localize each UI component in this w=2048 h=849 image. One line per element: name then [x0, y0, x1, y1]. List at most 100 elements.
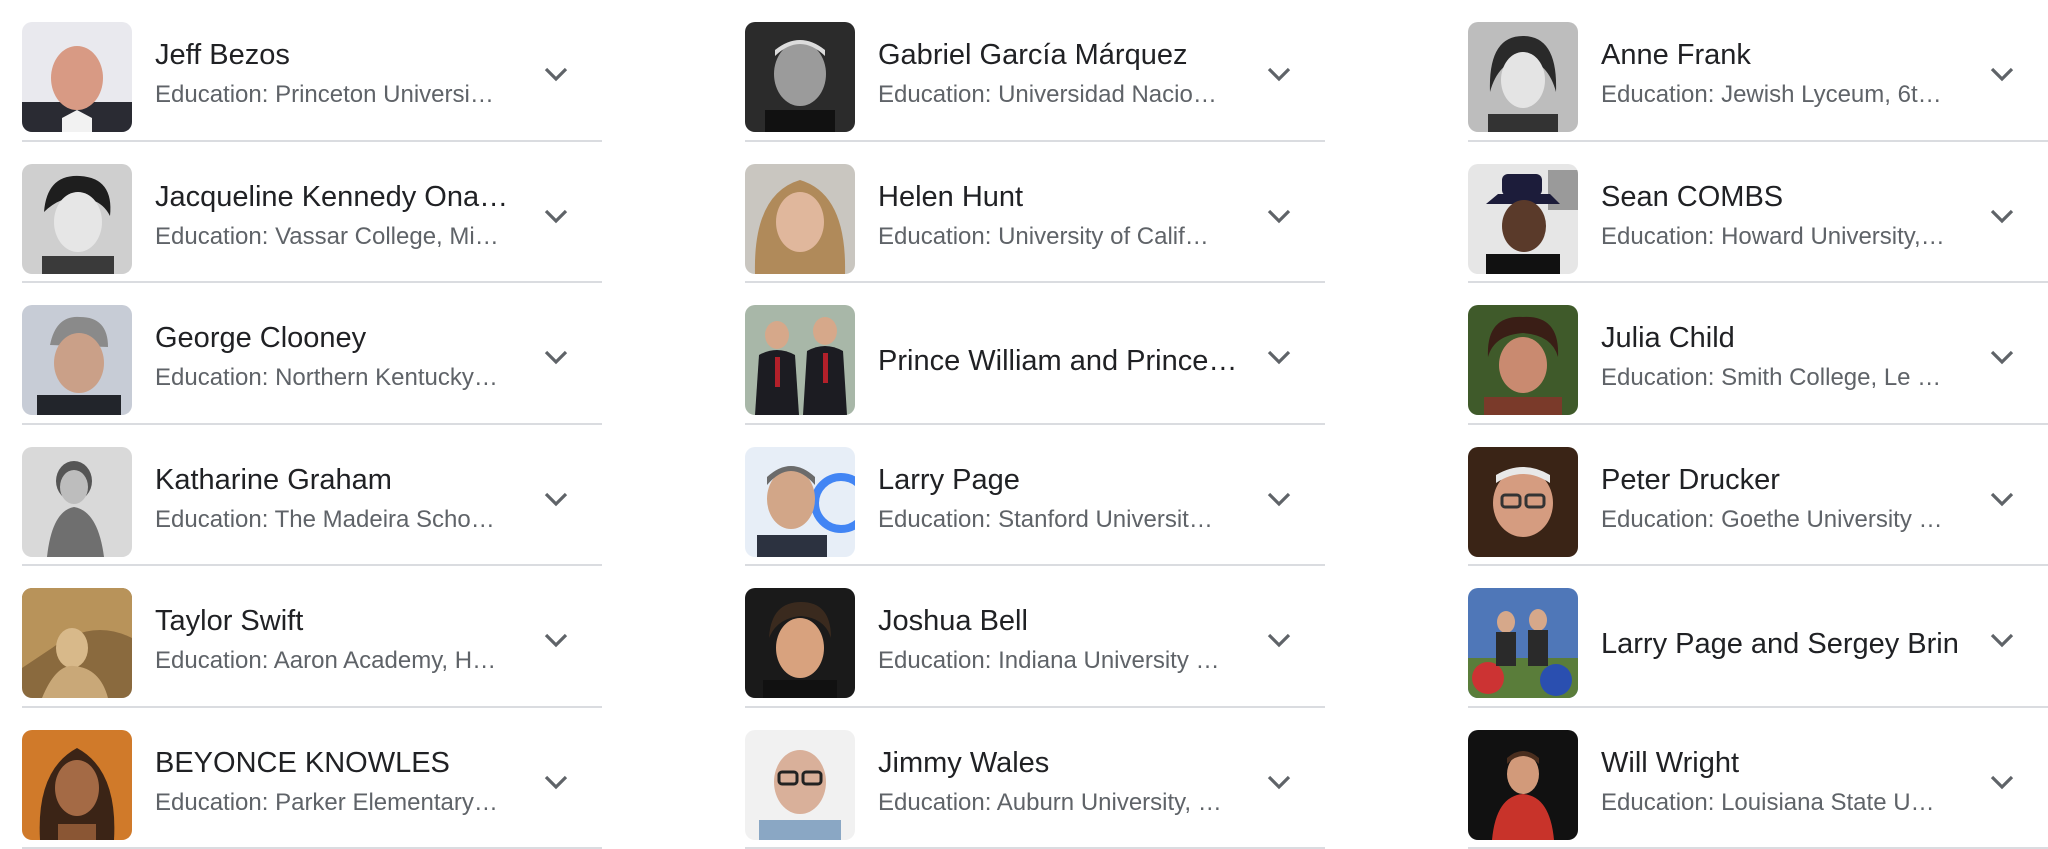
chevron-down-icon[interactable]	[1988, 489, 2016, 509]
person-name[interactable]: Helen Hunt	[878, 179, 1238, 215]
person-photo	[22, 22, 132, 132]
list-item[interactable]: Katharine Graham Education: The Madeira …	[22, 425, 602, 567]
person-name[interactable]: Peter Drucker	[1601, 462, 1961, 498]
chevron-down-icon[interactable]	[1265, 772, 1293, 792]
person-name[interactable]: Katharine Graham	[155, 462, 515, 498]
result-text: Peter Drucker Education: Goethe Universi…	[1601, 462, 1961, 536]
chevron-down-icon[interactable]	[1988, 630, 2016, 650]
person-photo	[1468, 305, 1578, 415]
person-photo	[1468, 164, 1578, 274]
list-item[interactable]: BEYONCE KNOWLES Education: Parker Elemen…	[22, 708, 602, 849]
list-item[interactable]: Jimmy Wales Education: Auburn University…	[745, 708, 1325, 849]
result-text: Katharine Graham Education: The Madeira …	[155, 462, 515, 536]
person-photo	[22, 447, 132, 557]
list-item[interactable]: George Clooney Education: Northern Kentu…	[22, 283, 602, 425]
person-name[interactable]: Larry Page	[878, 462, 1238, 498]
list-item[interactable]: Taylor Swift Education: Aaron Academy, H…	[22, 566, 602, 708]
list-item[interactable]: Sean COMBS Education: Howard University,…	[1468, 142, 2048, 284]
person-name[interactable]: Jeff Bezos	[155, 37, 515, 73]
person-education: Education: Northern Kentucky…	[155, 362, 515, 394]
person-name[interactable]: Anne Frank	[1601, 37, 1961, 73]
result-text: Sean COMBS Education: Howard University,…	[1601, 179, 1961, 253]
result-text: Anne Frank Education: Jewish Lyceum, 6t…	[1601, 37, 1961, 111]
person-education: Education: Vassar College, Mi…	[155, 221, 515, 253]
chevron-down-icon[interactable]	[1265, 630, 1293, 650]
list-item[interactable]: Will Wright Education: Louisiana State U…	[1468, 708, 2048, 849]
person-photo	[1468, 22, 1578, 132]
person-name[interactable]: Prince William and Prince…	[878, 343, 1258, 379]
chevron-down-icon[interactable]	[1265, 347, 1293, 367]
person-photo	[22, 305, 132, 415]
person-photo	[22, 730, 132, 840]
result-text: Gabriel García Márquez Education: Univer…	[878, 37, 1238, 111]
list-item[interactable]: Larry Page and Sergey Brin	[1468, 566, 2048, 708]
person-education: Education: Princeton Universi…	[155, 79, 515, 111]
list-item[interactable]: Julia Child Education: Smith College, Le…	[1468, 283, 2048, 425]
person-name[interactable]: Julia Child	[1601, 320, 1961, 356]
person-photo	[745, 164, 855, 274]
person-education: Education: The Madeira Scho…	[155, 504, 515, 536]
chevron-down-icon[interactable]	[1988, 772, 2016, 792]
chevron-down-icon[interactable]	[542, 630, 570, 650]
result-text: Jimmy Wales Education: Auburn University…	[878, 745, 1238, 819]
result-text: Jacqueline Kennedy Ona… Education: Vassa…	[155, 179, 515, 253]
chevron-down-icon[interactable]	[1265, 489, 1293, 509]
chevron-down-icon[interactable]	[542, 64, 570, 84]
result-text: George Clooney Education: Northern Kentu…	[155, 320, 515, 394]
chevron-down-icon[interactable]	[542, 772, 570, 792]
list-item[interactable]: Prince William and Prince…	[745, 283, 1325, 425]
person-photo	[745, 447, 855, 557]
chevron-down-icon[interactable]	[1265, 206, 1293, 226]
list-item[interactable]: Anne Frank Education: Jewish Lyceum, 6t…	[1468, 0, 2048, 142]
result-text: Jeff Bezos Education: Princeton Universi…	[155, 37, 515, 111]
results-column-1: Jeff Bezos Education: Princeton Universi…	[22, 0, 602, 849]
chevron-down-icon[interactable]	[1988, 64, 2016, 84]
person-photo	[745, 730, 855, 840]
person-name[interactable]: Will Wright	[1601, 745, 1961, 781]
result-text: Julia Child Education: Smith College, Le…	[1601, 320, 1961, 394]
result-text: Helen Hunt Education: University of Cali…	[878, 179, 1238, 253]
person-name[interactable]: George Clooney	[155, 320, 515, 356]
list-item[interactable]: Peter Drucker Education: Goethe Universi…	[1468, 425, 2048, 567]
results-column-3: Anne Frank Education: Jewish Lyceum, 6t……	[1468, 0, 2048, 849]
results-column-2: Gabriel García Márquez Education: Univer…	[745, 0, 1325, 849]
person-education: Education: Universidad Nacio…	[878, 79, 1238, 111]
person-photo	[1468, 730, 1578, 840]
person-name[interactable]: Gabriel García Márquez	[878, 37, 1238, 73]
chevron-down-icon[interactable]	[542, 489, 570, 509]
person-photo	[745, 22, 855, 132]
person-name[interactable]: BEYONCE KNOWLES	[155, 745, 515, 781]
list-item[interactable]: Jacqueline Kennedy Ona… Education: Vassa…	[22, 142, 602, 284]
person-education: Education: Parker Elementary…	[155, 787, 515, 819]
chevron-down-icon[interactable]	[1988, 206, 2016, 226]
chevron-down-icon[interactable]	[1265, 64, 1293, 84]
person-name[interactable]: Jacqueline Kennedy Ona…	[155, 179, 515, 215]
chevron-down-icon[interactable]	[1988, 347, 2016, 367]
result-text: Larry Page and Sergey Brin	[1601, 626, 1961, 662]
list-item[interactable]: Larry Page Education: Stanford Universit…	[745, 425, 1325, 567]
person-name[interactable]: Joshua Bell	[878, 603, 1238, 639]
list-item[interactable]: Jeff Bezos Education: Princeton Universi…	[22, 0, 602, 142]
person-name[interactable]: Jimmy Wales	[878, 745, 1238, 781]
person-education: Education: Smith College, Le …	[1601, 362, 1961, 394]
person-education: Education: Howard University,…	[1601, 221, 1961, 253]
person-education: Education: Goethe University …	[1601, 504, 1961, 536]
person-photo	[1468, 588, 1578, 698]
person-education: Education: Jewish Lyceum, 6t…	[1601, 79, 1961, 111]
chevron-down-icon[interactable]	[542, 347, 570, 367]
person-name[interactable]: Taylor Swift	[155, 603, 515, 639]
person-photo	[22, 164, 132, 274]
result-text: BEYONCE KNOWLES Education: Parker Elemen…	[155, 745, 515, 819]
list-item[interactable]: Joshua Bell Education: Indiana Universit…	[745, 566, 1325, 708]
person-education: Education: University of Calif…	[878, 221, 1238, 253]
result-text: Larry Page Education: Stanford Universit…	[878, 462, 1238, 536]
list-item[interactable]: Gabriel García Márquez Education: Univer…	[745, 0, 1325, 142]
person-name[interactable]: Larry Page and Sergey Brin	[1601, 626, 1981, 662]
result-text: Will Wright Education: Louisiana State U…	[1601, 745, 1961, 819]
person-education: Education: Stanford Universit…	[878, 504, 1238, 536]
list-item[interactable]: Helen Hunt Education: University of Cali…	[745, 142, 1325, 284]
person-education: Education: Auburn University, …	[878, 787, 1238, 819]
person-education: Education: Aaron Academy, H…	[155, 645, 515, 677]
chevron-down-icon[interactable]	[542, 206, 570, 226]
person-name[interactable]: Sean COMBS	[1601, 179, 1961, 215]
